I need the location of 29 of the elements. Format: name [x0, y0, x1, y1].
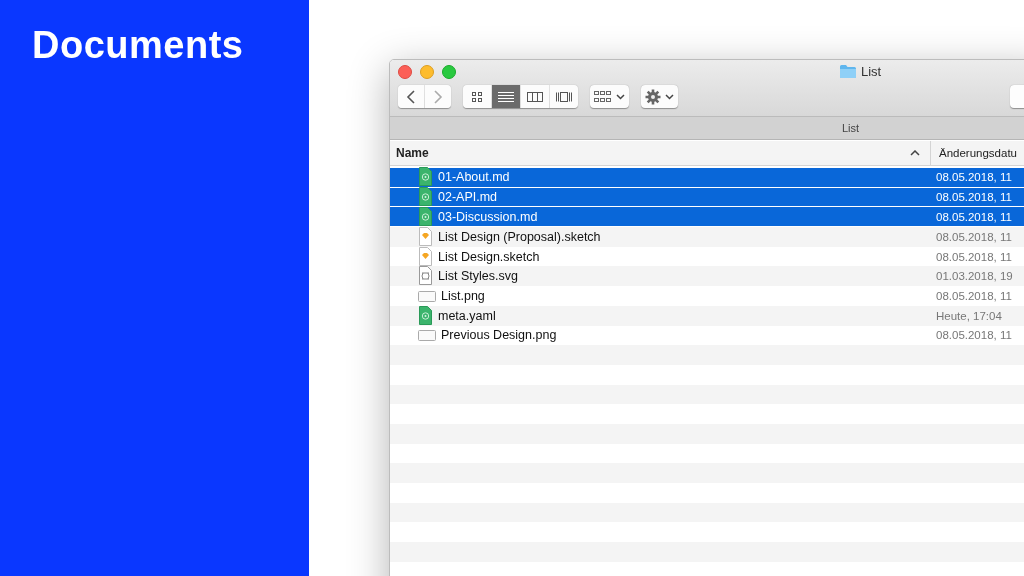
- file-row[interactable]: 01-About.md 08.05.2018, 11: [390, 168, 1024, 188]
- file-name: 02-API.md: [438, 190, 498, 205]
- file-name: List.png: [441, 288, 485, 303]
- modified-date: 08.05.2018, 11: [935, 289, 1012, 302]
- file-name: List Design.sketch: [438, 249, 540, 264]
- file-row[interactable]: meta.yaml Heute, 17:04: [390, 305, 1024, 326]
- modified-date: 08.05.2018, 11: [935, 230, 1012, 243]
- modified-date: 08.05.2018, 11: [935, 171, 1012, 184]
- column-header[interactable]: Name: [390, 141, 931, 165]
- modified-date: 08.05.2018, 11: [935, 329, 1012, 342]
- file-name: meta.yaml: [438, 308, 496, 323]
- file-name: List Design (Proposal).sketch: [438, 229, 601, 244]
- file-name: 03-Discussion.md: [438, 209, 538, 224]
- modified-date: Heute, 17:04: [935, 309, 1002, 322]
- file-row[interactable]: 03-Discussion.md 08.05.2018, 11: [390, 207, 1024, 228]
- file-row[interactable]: List Styles.svg 01.03.2018, 19: [390, 266, 1024, 287]
- file-name: Previous Design.png: [441, 328, 557, 343]
- modified-date: 08.05.2018, 11: [935, 191, 1012, 204]
- file-name: List Styles.svg: [438, 269, 518, 284]
- file-row[interactable]: 02-API.md 08.05.2018, 11: [390, 187, 1024, 208]
- modified-date: 01.03.2018, 19: [935, 270, 1013, 283]
- path-bar-title: List: [842, 122, 860, 134]
- modified-date: 08.05.2018, 11: [935, 210, 1012, 223]
- column-header[interactable]: Änderungsdatu: [931, 141, 1024, 165]
- modified-date: 08.05.2018, 11: [935, 250, 1012, 263]
- window-title: List: [861, 64, 882, 79]
- slide-title: Documents: [32, 24, 245, 67]
- file-row[interactable]: List Design (Proposal).sketch 08.05.2018, 11: [390, 227, 1024, 247]
- file-name: 01-About.md: [438, 170, 510, 185]
